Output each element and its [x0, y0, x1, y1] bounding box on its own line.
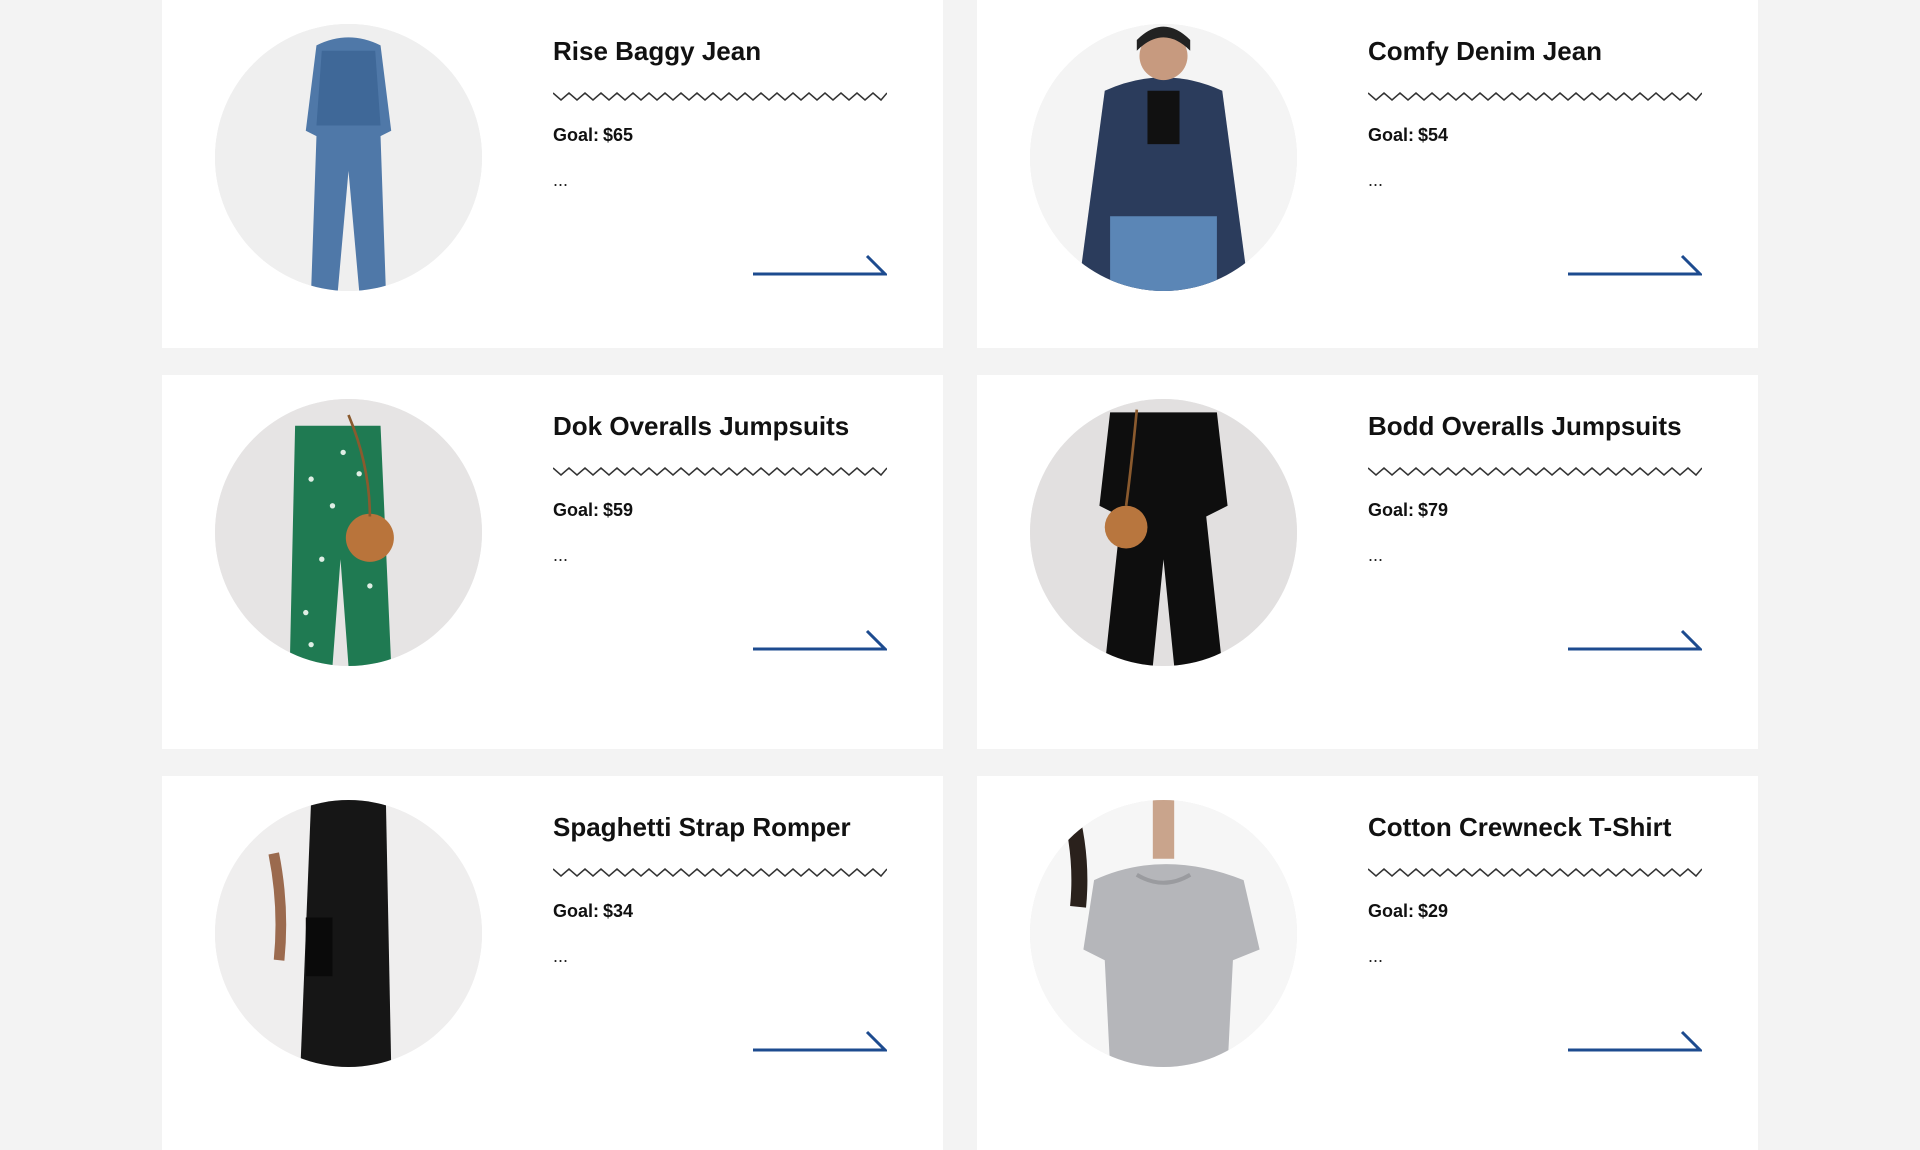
- arrow-right-icon[interactable]: [1568, 1028, 1702, 1054]
- product-card[interactable]: Cotton Crewneck T-Shirt Goal: $29 ...: [977, 776, 1758, 1150]
- goal-value: $29: [1418, 901, 1449, 921]
- goal-label: Goal:: [1368, 125, 1415, 145]
- zigzag-divider: [553, 92, 887, 102]
- product-goal: Goal: $29: [1368, 901, 1702, 922]
- arrow-right-icon[interactable]: [1568, 627, 1702, 653]
- product-description: ...: [553, 170, 569, 190]
- goal-value: $59: [603, 500, 634, 520]
- product-goal: Goal: $79: [1368, 500, 1702, 521]
- product-goal: Goal: $65: [553, 125, 887, 146]
- zigzag-divider: [553, 868, 887, 878]
- product-image[interactable]: [1030, 399, 1297, 666]
- arrow-right-icon[interactable]: [753, 1028, 887, 1054]
- product-goal: Goal: $34: [553, 901, 887, 922]
- product-grid: Rise Baggy Jean Goal: $65 ... Comfy Deni…: [162, 0, 1758, 1150]
- product-title: Cotton Crewneck T-Shirt: [1368, 812, 1672, 842]
- arrow-right-icon[interactable]: [753, 252, 887, 278]
- product-title: Spaghetti Strap Romper: [553, 812, 851, 842]
- product-description: ...: [1368, 946, 1384, 966]
- product-goal: Goal: $54: [1368, 125, 1702, 146]
- product-image[interactable]: [1030, 24, 1297, 291]
- product-title: Dok Overalls Jumpsuits: [553, 411, 850, 441]
- product-image[interactable]: [215, 399, 482, 666]
- product-card[interactable]: Bodd Overalls Jumpsuits Goal: $79 ...: [977, 375, 1758, 749]
- zigzag-divider: [553, 467, 887, 477]
- product-card[interactable]: Rise Baggy Jean Goal: $65 ...: [162, 0, 943, 348]
- zigzag-divider: [1368, 868, 1702, 878]
- goal-value: $79: [1418, 500, 1449, 520]
- product-title: Bodd Overalls Jumpsuits: [1368, 411, 1682, 441]
- product-image[interactable]: [1030, 800, 1297, 1067]
- goal-value: $65: [603, 125, 634, 145]
- product-image[interactable]: [215, 800, 482, 1067]
- product-card[interactable]: Dok Overalls Jumpsuits Goal: $59 ...: [162, 375, 943, 749]
- product-description: ...: [553, 545, 569, 565]
- goal-value: $34: [603, 901, 634, 921]
- product-description: ...: [1368, 170, 1384, 190]
- goal-label: Goal:: [1368, 901, 1415, 921]
- goal-label: Goal:: [553, 500, 600, 520]
- goal-label: Goal:: [553, 901, 600, 921]
- goal-value: $54: [1418, 125, 1449, 145]
- product-card[interactable]: Comfy Denim Jean Goal: $54 ...: [977, 0, 1758, 348]
- product-card[interactable]: Spaghetti Strap Romper Goal: $34 ...: [162, 776, 943, 1150]
- goal-label: Goal:: [553, 125, 600, 145]
- product-image[interactable]: [215, 24, 482, 291]
- arrow-right-icon[interactable]: [753, 627, 887, 653]
- product-title: Comfy Denim Jean: [1368, 36, 1603, 66]
- product-title: Rise Baggy Jean: [553, 36, 762, 66]
- product-description: ...: [1368, 545, 1384, 565]
- goal-label: Goal:: [1368, 500, 1415, 520]
- zigzag-divider: [1368, 92, 1702, 102]
- product-goal: Goal: $59: [553, 500, 887, 521]
- arrow-right-icon[interactable]: [1568, 252, 1702, 278]
- product-description: ...: [553, 946, 569, 966]
- zigzag-divider: [1368, 467, 1702, 477]
